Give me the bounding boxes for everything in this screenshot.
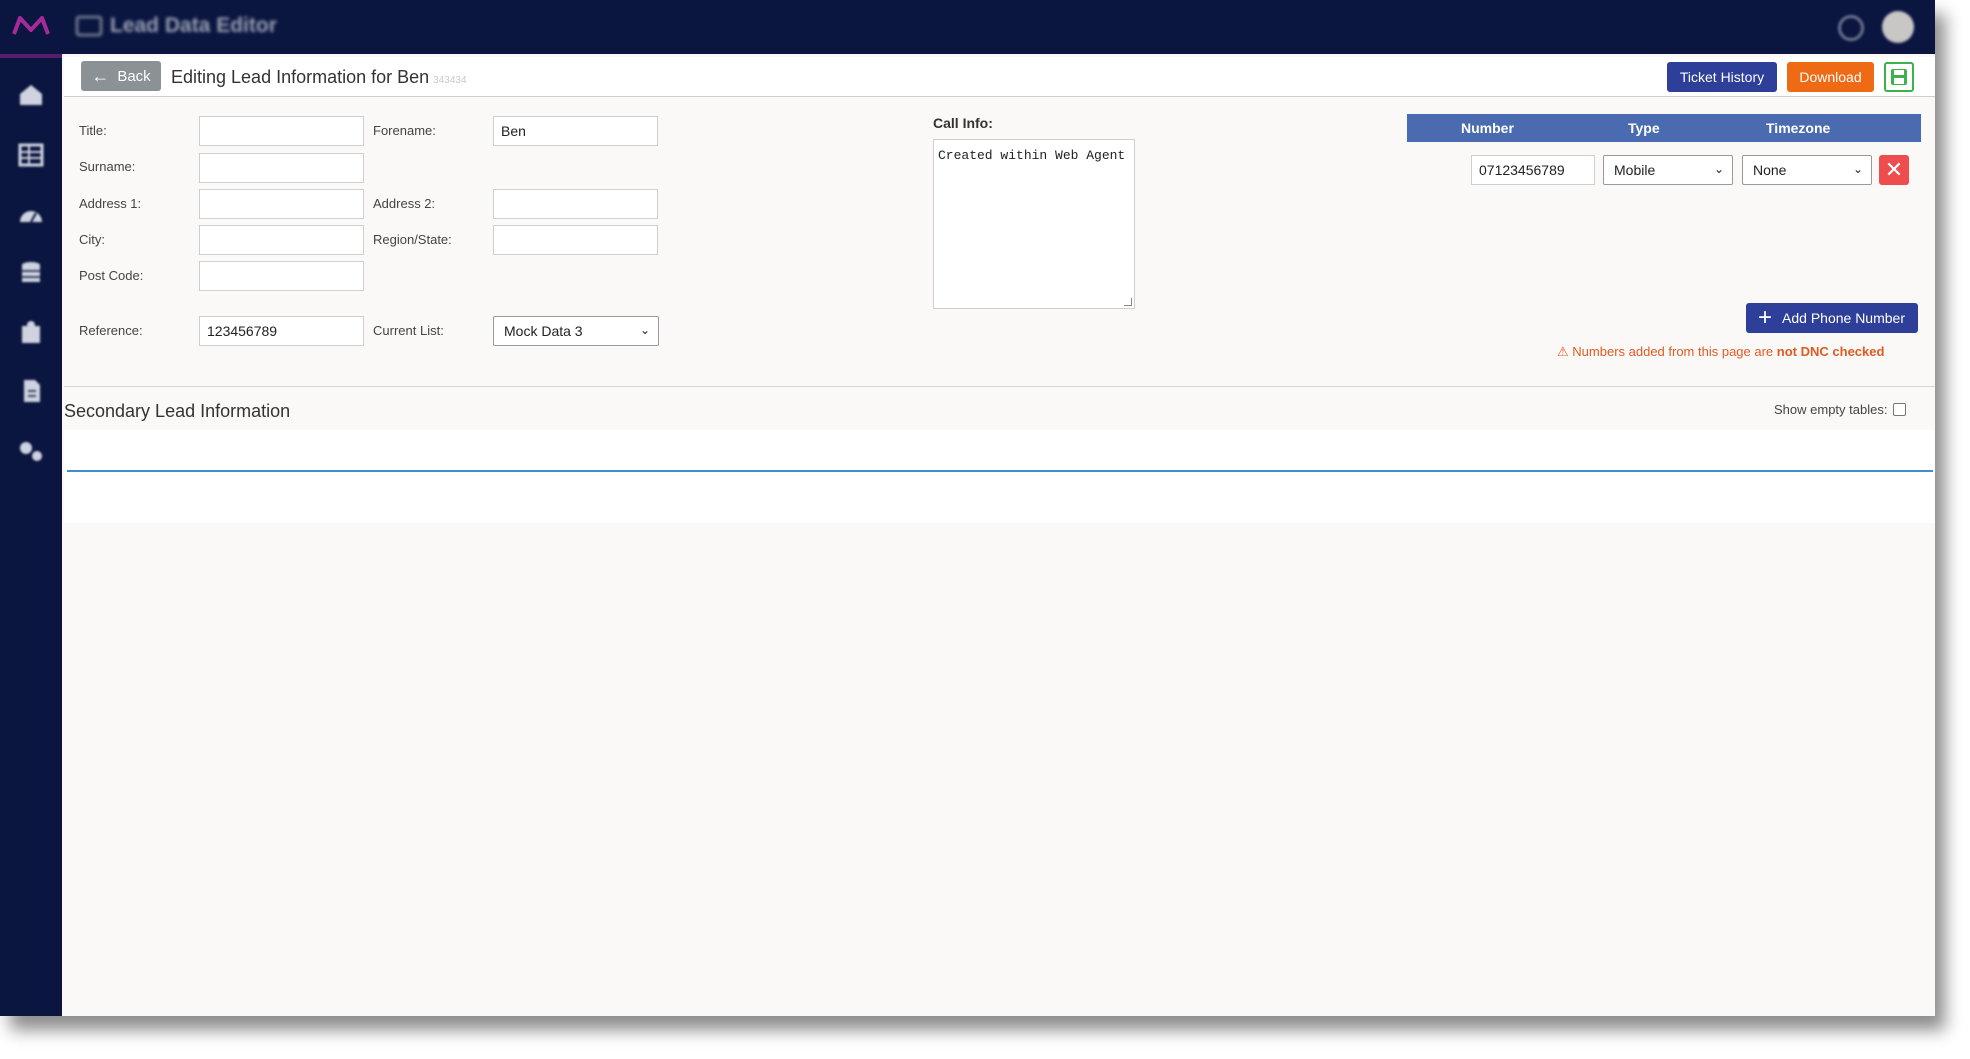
reference-input[interactable]: 123456789 xyxy=(199,316,364,346)
city-input[interactable] xyxy=(199,225,364,255)
phone-number-input[interactable]: 07123456789 xyxy=(1471,155,1595,185)
arrow-left-icon: ← xyxy=(91,65,110,86)
settings-icon[interactable] xyxy=(17,438,45,464)
sidebar xyxy=(0,54,62,1016)
avatar[interactable] xyxy=(1882,11,1914,43)
plus-icon: + xyxy=(1758,304,1773,331)
address1-input[interactable] xyxy=(199,189,364,219)
title-input[interactable] xyxy=(199,116,364,146)
page-header: ← Back Editing Lead Information for Ben 3… xyxy=(64,57,1935,97)
main-content: ← Back Editing Lead Information for Ben 3… xyxy=(64,57,1935,1016)
forename-label: Forename: xyxy=(373,123,436,138)
floppy-disk-icon xyxy=(1891,69,1907,85)
call-info-textarea[interactable]: Created within Web Agent xyxy=(933,139,1135,309)
timezone-select[interactable]: None ⌄ xyxy=(1742,155,1872,185)
database-icon[interactable] xyxy=(17,260,45,286)
phone-type-select[interactable]: Mobile ⌄ xyxy=(1603,155,1733,185)
current-list-select[interactable]: Mock Data 3 ⌄ xyxy=(493,316,659,346)
resize-handle-icon[interactable] xyxy=(1124,298,1132,306)
back-button[interactable]: ← Back xyxy=(81,61,161,91)
page-title-text: Editing Lead Information for Ben xyxy=(171,67,430,87)
surname-label: Surname: xyxy=(79,159,136,174)
phone-type-value: Mobile xyxy=(1614,162,1656,178)
city-label: City: xyxy=(79,232,105,247)
surname-input[interactable] xyxy=(199,153,364,183)
timezone-value: None xyxy=(1753,162,1787,178)
add-phone-label: Add Phone Number xyxy=(1782,310,1905,326)
secondary-section-title: Secondary Lead Information xyxy=(64,401,291,421)
top-bar: Lead Data Editor xyxy=(0,0,1935,54)
postcode-input[interactable] xyxy=(199,261,364,291)
add-phone-number-button[interactable]: + Add Phone Number xyxy=(1746,303,1918,333)
column-type: Type xyxy=(1628,120,1660,136)
secondary-underline xyxy=(67,470,1933,472)
address2-input[interactable] xyxy=(493,189,658,219)
dashboard-icon[interactable] xyxy=(17,202,45,228)
region-input[interactable] xyxy=(493,225,658,255)
reference-label: Reference: xyxy=(79,323,143,338)
dnc-warning-text: Numbers added from this page are xyxy=(1572,344,1774,359)
back-label: Back xyxy=(117,67,151,85)
show-empty-tables-checkbox[interactable] xyxy=(1893,403,1907,416)
title-label: Title: xyxy=(79,123,107,138)
call-info-label: Call Info: xyxy=(933,115,993,131)
home-icon[interactable] xyxy=(17,82,45,108)
chevron-down-icon: ⌄ xyxy=(639,323,650,337)
close-icon: ✕ xyxy=(1884,157,1904,182)
delete-phone-button[interactable]: ✕ xyxy=(1879,155,1909,185)
app-title: Lead Data Editor xyxy=(76,14,277,38)
address1-label: Address 1: xyxy=(79,196,142,211)
current-list-value: Mock Data 3 xyxy=(504,323,583,339)
app-title-text: Lead Data Editor xyxy=(110,14,277,37)
contacts-icon[interactable] xyxy=(17,320,45,346)
region-label: Region/State: xyxy=(373,232,452,247)
column-number: Number xyxy=(1461,120,1514,136)
phone-table-header: Number Type Timezone xyxy=(1407,114,1921,142)
dnc-warning: ⚠ Numbers added from this page are not D… xyxy=(1557,344,1884,360)
table-icon xyxy=(76,16,102,36)
warning-icon: ⚠ xyxy=(1557,344,1569,359)
show-empty-tables-label: Show empty tables: xyxy=(1774,402,1888,417)
page-title: Editing Lead Information for Ben 343434 xyxy=(171,67,467,88)
document-icon[interactable] xyxy=(17,378,45,404)
column-timezone: Timezone xyxy=(1766,120,1831,136)
page-title-suffix: 343434 xyxy=(433,75,467,86)
address2-label: Address 2: xyxy=(373,196,436,211)
forename-input[interactable]: Ben xyxy=(493,116,658,146)
grid-icon[interactable] xyxy=(17,142,45,168)
brand-logo-icon[interactable] xyxy=(12,14,50,38)
chevron-down-icon: ⌄ xyxy=(1713,162,1724,176)
call-info-text: Created within Web Agent xyxy=(938,148,1126,163)
chevron-down-icon: ⌄ xyxy=(1852,162,1863,176)
download-button[interactable]: Download xyxy=(1787,62,1874,92)
secondary-lead-panel xyxy=(64,430,1935,523)
app-window: Lead Data Editor ← Back Editing Lead Inf… xyxy=(0,0,1935,1016)
dnc-warning-bold: not DNC checked xyxy=(1776,344,1885,359)
postcode-label: Post Code: xyxy=(79,268,144,283)
show-empty-tables[interactable]: Show empty tables: xyxy=(1774,402,1907,417)
current-list-label: Current List: xyxy=(373,323,444,338)
section-divider xyxy=(64,386,1935,387)
save-button[interactable] xyxy=(1884,62,1914,92)
help-icon[interactable] xyxy=(1838,15,1864,41)
ticket-history-button[interactable]: Ticket History xyxy=(1667,62,1777,92)
